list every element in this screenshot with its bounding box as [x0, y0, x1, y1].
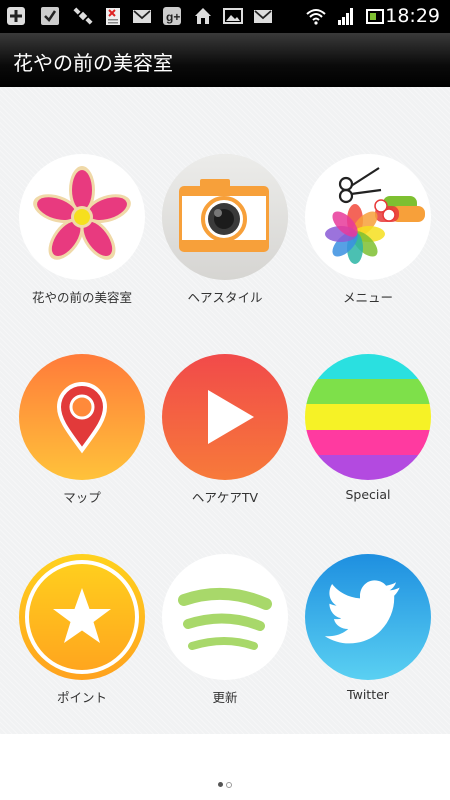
grid-item-label: マップ [63, 490, 101, 505]
grid-item-label: 更新 [212, 690, 238, 705]
grid-item-map[interactable]: マップ [11, 354, 153, 534]
map-pin-icon [19, 354, 145, 480]
page-indicator [0, 734, 450, 800]
refresh-icon [162, 554, 288, 680]
grid-item-special[interactable]: Special [297, 354, 439, 534]
home-icon [195, 8, 211, 24]
grid-item-menu[interactable]: メニュー [297, 154, 439, 334]
wifi-icon [306, 9, 326, 25]
grid-item-label: 花やの前の美容室 [31, 290, 132, 305]
check-icon [41, 7, 59, 25]
svg-text:g+: g+ [166, 10, 180, 24]
mail-icon [254, 10, 272, 23]
satellite-icon [73, 7, 93, 25]
grid-item-label: ヘアスタイル [187, 290, 263, 305]
grid-item-label: Twitter [347, 687, 389, 702]
grid-item-label: Special [345, 487, 391, 502]
google-plus-icon: g+ [163, 7, 181, 25]
page-dot[interactable] [226, 782, 232, 788]
signal-icon [338, 8, 353, 25]
image-icon [223, 8, 243, 24]
grid-item-salon[interactable]: 花やの前の美容室 [11, 154, 153, 334]
grid-item-update[interactable]: 更新 [154, 554, 296, 734]
grid-item-label: ヘアケアTV [191, 490, 259, 505]
document-error-icon [106, 8, 120, 25]
page-dot-active[interactable] [218, 782, 223, 787]
app-bar: 花やの前の美容室 [0, 33, 450, 87]
app-grid: 花やの前の美容室 ヘアスタイル メニュー マップ ヘアケアTV Special … [0, 87, 450, 734]
mail-icon [133, 10, 151, 23]
grid-item-twitter[interactable]: Twitter [297, 554, 439, 734]
play-icon [162, 354, 288, 480]
flower-icon [19, 154, 145, 280]
grid-item-hairstyle[interactable]: ヘアスタイル [154, 154, 296, 334]
add-icon [7, 7, 25, 25]
grid-item-label: メニュー [342, 290, 393, 305]
status-time: 18:29 [385, 5, 440, 27]
star-icon [19, 554, 145, 680]
grid-item-label: ポイント [56, 690, 107, 705]
grid-item-points[interactable]: ポイント [11, 554, 153, 734]
stripes-icon [305, 354, 431, 480]
menu-tools-icon [305, 154, 431, 280]
battery-icon [366, 9, 384, 24]
grid-item-haircare-tv[interactable]: ヘアケアTV [154, 354, 296, 534]
twitter-bird-icon [305, 554, 431, 680]
status-bar: g+ 18:29 [0, 0, 450, 33]
app-title: 花やの前の美容室 [13, 51, 173, 75]
camera-icon [162, 154, 288, 280]
